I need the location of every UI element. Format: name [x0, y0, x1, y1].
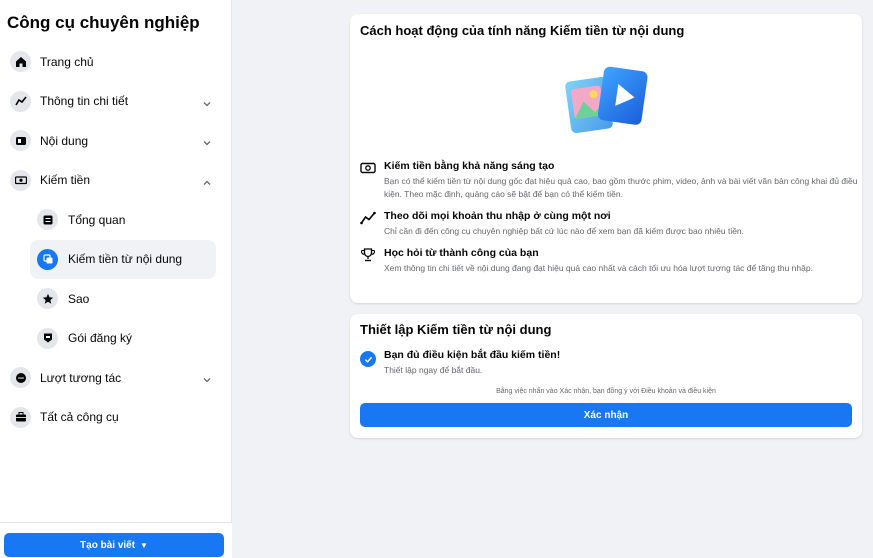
caret-down-icon: ▼ [140, 540, 148, 550]
trophy-icon [360, 248, 376, 262]
sidebar-item-label: Gói đăng ký [68, 331, 133, 346]
stars-icon [37, 288, 58, 310]
chevron-down-icon[interactable] [202, 135, 212, 146]
feature-description: Chỉ cần đi đến công cụ chuyên nghiệp bất… [384, 226, 745, 236]
chevron-up-icon[interactable] [202, 175, 212, 185]
chevron-down-icon[interactable] [202, 372, 212, 383]
money-icon [10, 169, 31, 191]
sidebar-item-content-monetization[interactable]: Kiếm tiền từ nội dung [30, 239, 216, 279]
engagement-icon [10, 367, 31, 389]
sidebar-item-label: Thông tin chi tiết [40, 94, 129, 109]
sidebar: Công cụ chuyên nghiệp Trang chủ Thông ti… [0, 0, 232, 558]
sidebar-item-stars[interactable]: Sao [0, 279, 232, 319]
checkmark-icon [360, 351, 376, 367]
feature-title: Học hỏi từ thành công của bạn [384, 247, 539, 259]
subscription-icon [37, 327, 58, 349]
sidebar-item-subscriptions[interactable]: Gói đăng ký [0, 319, 232, 359]
feature-description: Xem thông tin chi tiết về nội dung đang … [384, 263, 813, 273]
home-icon [10, 51, 31, 73]
sidebar-item-all-tools[interactable]: Tất cả công cụ [0, 398, 232, 438]
setup-title: Thiết lập Kiếm tiền từ nội dung [360, 322, 552, 337]
confirm-button[interactable]: Xác nhận [360, 403, 852, 427]
create-post-label: Tạo bài viết [80, 539, 136, 551]
sidebar-item-label: Kiếm tiền từ nội dung [68, 252, 183, 267]
feature-title: Kiếm tiền bằng khả năng sáng tạo [384, 160, 555, 172]
sidebar-item-label: Trang chủ [40, 54, 94, 69]
eligible-subtitle: Thiết lập ngay để bắt đầu. [384, 365, 483, 375]
overview-icon [37, 209, 58, 231]
create-post-button[interactable]: Tạo bài viết ▼ [4, 533, 224, 557]
sidebar-item-home[interactable]: Trang chủ [0, 42, 232, 82]
feature-track-income: Theo dõi mọi khoản thu nhập ở cùng một n… [360, 210, 855, 240]
money-icon [360, 161, 376, 175]
sidebar-nav: Trang chủ Thông tin chi tiết Nội dung Ki… [0, 42, 232, 437]
media-illustration-icon [564, 65, 650, 137]
content-monetization-icon [37, 248, 58, 270]
terms-text: Bằng việc nhấn vào Xác nhận, bạn đồng ý … [496, 388, 716, 395]
sidebar-item-label: Tổng quan [68, 212, 126, 227]
how-it-works-title: Cách hoạt động của tính năng Kiếm tiền t… [360, 23, 685, 38]
sidebar-item-engagement[interactable]: Lượt tương tác [0, 358, 232, 398]
sidebar-item-overview[interactable]: Tổng quan [0, 200, 232, 240]
feature-description: Bạn có thể kiếm tiền từ nội dung gốc đạt… [384, 176, 858, 199]
how-it-works-card: Cách hoạt động của tính năng Kiếm tiền t… [350, 14, 862, 303]
feature-learn-success: Học hỏi từ thành công của bạn Xem thông … [360, 247, 855, 291]
eligible-title: Bạn đủ điều kiện bắt đầu kiếm tiền! [384, 349, 561, 361]
sidebar-item-content[interactable]: Nội dung [0, 121, 232, 161]
sidebar-title: Công cụ chuyên nghiệp [7, 13, 200, 32]
insights-icon [360, 211, 376, 225]
content-icon [10, 130, 31, 152]
insights-icon [10, 90, 31, 112]
setup-card: Thiết lập Kiếm tiền từ nội dung Bạn đủ đ… [350, 314, 862, 438]
sidebar-item-label: Tất cả công cụ [40, 410, 119, 425]
sidebar-item-label: Nội dung [40, 133, 89, 148]
sidebar-item-monetization[interactable]: Kiếm tiền [0, 161, 232, 201]
chevron-down-icon[interactable] [202, 96, 212, 106]
sidebar-item-label: Kiếm tiền [40, 173, 91, 188]
sidebar-footer: Tạo bài viết ▼ [0, 522, 232, 558]
sidebar-item-label: Sao [68, 291, 90, 306]
sidebar-item-insights[interactable]: Thông tin chi tiết [0, 82, 232, 122]
feature-earn-creativity: Kiếm tiền bằng khả năng sáng tạo Bạn có … [360, 160, 857, 204]
sidebar-item-label: Lượt tương tác [40, 370, 122, 385]
toolbox-icon [10, 406, 31, 428]
feature-title: Theo dõi mọi khoản thu nhập ở cùng một n… [384, 210, 611, 222]
